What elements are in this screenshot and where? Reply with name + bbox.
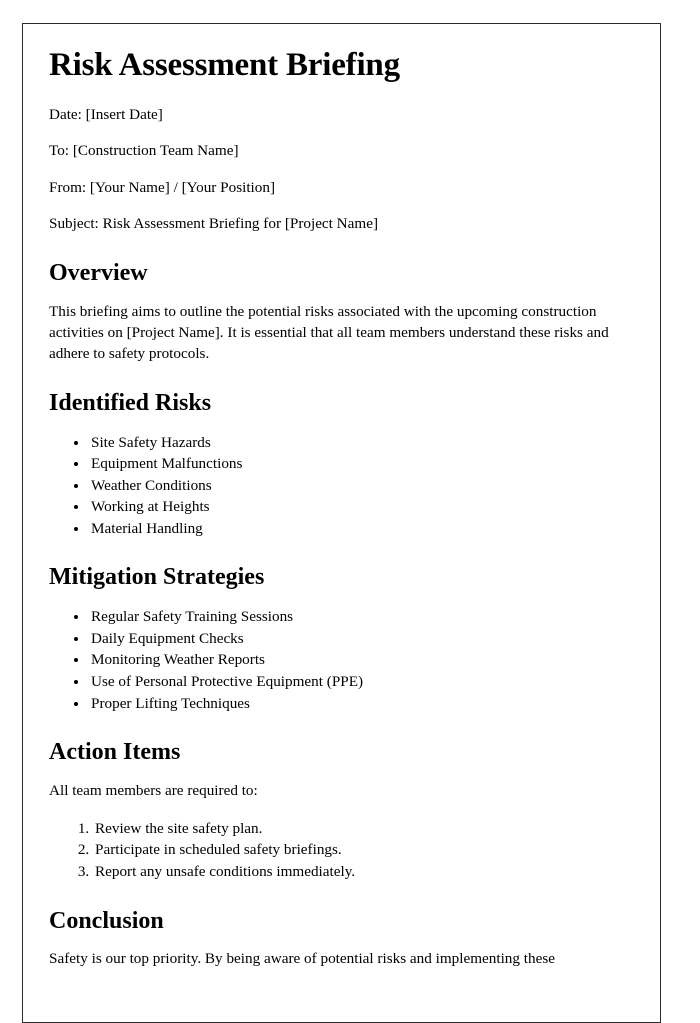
list-item: Review the site safety plan. (93, 818, 634, 840)
action-items-intro: All team members are required to: (49, 781, 258, 799)
meta-from: From: [Your Name] / [Your Position] (49, 178, 276, 196)
list-item: Material Handling (89, 518, 634, 540)
section-heading-overview: Overview (49, 260, 148, 286)
list-item: Participate in scheduled safety briefing… (93, 839, 634, 861)
list-item: Equipment Malfunctions (89, 453, 634, 475)
document-page: Risk Assessment Briefing Date: [Insert D… (22, 23, 661, 1023)
section-heading-conclusion: Conclusion (49, 907, 164, 934)
overview-paragraph: This briefing aims to outline the potent… (49, 302, 609, 362)
list-item: Daily Equipment Checks (89, 628, 634, 650)
list-item: Working at Heights (89, 496, 634, 518)
meta-date: Date: [Insert Date] (49, 105, 163, 123)
conclusion-paragraph: Safety is our top priority. By being awa… (49, 950, 555, 968)
section-heading-mitigation-strategies: Mitigation Strategies (49, 564, 265, 591)
identified-risks-list: Site Safety Hazards Equipment Malfunctio… (49, 432, 634, 540)
list-item: Report any unsafe conditions immediately… (93, 861, 634, 883)
section-heading-action-items: Action Items (49, 739, 181, 766)
action-items-list: Review the site safety plan. Participate… (49, 818, 634, 883)
section-heading-identified-risks: Identified Risks (49, 389, 212, 416)
list-item: Monitoring Weather Reports (89, 649, 634, 671)
list-item: Regular Safety Training Sessions (89, 606, 634, 628)
list-item: Site Safety Hazards (89, 432, 634, 454)
list-item: Proper Lifting Techniques (89, 693, 634, 715)
document-body: Risk Assessment Briefing Date: [Insert D… (23, 24, 660, 970)
mitigation-strategies-list: Regular Safety Training Sessions Daily E… (49, 606, 634, 714)
list-item: Use of Personal Protective Equipment (PP… (89, 671, 634, 693)
meta-subject: Subject: Risk Assessment Briefing for [P… (49, 215, 379, 233)
meta-to: To: [Construction Team Name] (49, 142, 239, 160)
list-item: Weather Conditions (89, 475, 634, 497)
page-title: Risk Assessment Briefing (49, 47, 400, 83)
